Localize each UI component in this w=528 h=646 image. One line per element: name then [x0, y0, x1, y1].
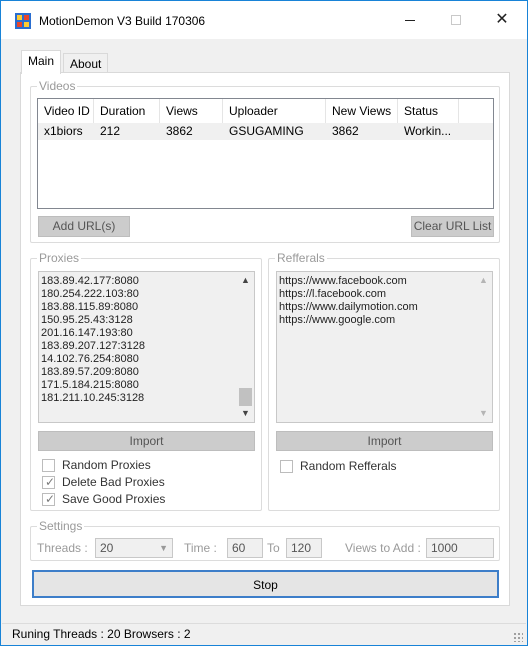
- column-status[interactable]: Status: [398, 99, 459, 123]
- time-label: Time :: [184, 541, 217, 555]
- referral-line: https://www.google.com: [279, 314, 396, 326]
- referral-line: https://www.dailymotion.com: [279, 301, 418, 313]
- checkmark-icon: ✓: [45, 492, 56, 506]
- resize-grip-icon[interactable]: [513, 632, 523, 642]
- videos-list[interactable]: Video ID Duration Views Uploader New Vie…: [37, 98, 494, 209]
- checkbox-box: [42, 459, 55, 472]
- cell-new-views: 3862: [332, 124, 359, 138]
- status-bar: Runing Threads : 20 Browsers : 2: [2, 623, 526, 645]
- random-referrals-label: Random Refferals: [300, 459, 397, 473]
- column-duration[interactable]: Duration: [94, 99, 160, 123]
- views-to-add-label: Views to Add :: [345, 541, 421, 555]
- window-title: MotionDemon V3 Build 170306: [39, 14, 206, 28]
- import-referrals-button[interactable]: Import: [276, 431, 493, 451]
- checkbox-box: ✓: [42, 492, 56, 506]
- maximize-icon: [451, 15, 461, 25]
- time-to-input[interactable]: 120: [286, 538, 322, 558]
- minimize-icon: [405, 20, 415, 21]
- videos-list-header: Video ID Duration Views Uploader New Vie…: [38, 99, 493, 123]
- maximize-button[interactable]: [433, 1, 479, 39]
- proxy-line: 183.88.115.89:8080: [41, 301, 139, 313]
- add-url-button[interactable]: Add URL(s): [38, 216, 130, 237]
- proxies-textbox[interactable]: 183.89.42.177:8080 180.254.222.103:80 18…: [38, 271, 255, 423]
- views-to-add-input[interactable]: 1000: [426, 538, 494, 558]
- checkbox-box: [280, 460, 293, 473]
- close-icon: ✕: [495, 11, 509, 28]
- referrals-textbox[interactable]: https://www.facebook.com https://l.faceb…: [276, 271, 493, 423]
- cell-uploader: GSUGAMING: [229, 124, 304, 138]
- threads-select[interactable]: 20 ▼: [95, 538, 173, 558]
- proxy-line: 183.89.57.209:8080: [41, 366, 139, 378]
- proxy-line: 180.254.222.103:80: [41, 288, 139, 300]
- checkmark-icon: ✓: [45, 475, 56, 489]
- to-label: To: [267, 541, 280, 555]
- scroll-thumb[interactable]: [239, 388, 252, 406]
- stop-button[interactable]: Stop: [32, 570, 499, 598]
- referral-line: https://l.facebook.com: [279, 288, 386, 300]
- time-from-input[interactable]: 60: [227, 538, 263, 558]
- chevron-down-icon: ▼: [159, 543, 168, 553]
- referral-line: https://www.facebook.com: [279, 275, 407, 287]
- clear-url-list-button[interactable]: Clear URL List: [411, 216, 494, 237]
- settings-group-label: Settings: [39, 519, 83, 533]
- proxies-scrollbar[interactable]: ▲ ▼: [237, 272, 254, 422]
- proxies-list: 183.89.42.177:8080 180.254.222.103:80 18…: [41, 275, 145, 405]
- proxy-line: 201.16.147.193:80: [41, 327, 133, 339]
- import-proxies-button[interactable]: Import: [38, 431, 255, 451]
- main-window: MotionDemon V3 Build 170306 ✕ Main About…: [0, 0, 528, 646]
- minimize-button[interactable]: [387, 1, 433, 39]
- videos-group-label: Videos: [39, 79, 76, 93]
- tab-main[interactable]: Main: [21, 50, 62, 74]
- proxy-line: 183.89.207.127:3128: [41, 340, 145, 352]
- scroll-down-icon[interactable]: ▼: [237, 405, 254, 422]
- proxy-line: 183.89.42.177:8080: [41, 275, 139, 287]
- scroll-down-icon[interactable]: ▼: [475, 405, 492, 422]
- column-views[interactable]: Views: [160, 99, 223, 123]
- save-good-proxies-label: Save Good Proxies: [62, 492, 166, 506]
- proxy-line: 150.95.25.43:3128: [41, 314, 133, 326]
- proxy-line: 171.5.184.215:8080: [41, 379, 139, 391]
- tab-about[interactable]: About: [63, 53, 109, 73]
- referrals-scrollbar[interactable]: ▲ ▼: [475, 272, 492, 422]
- referrals-group-label: Refferals: [277, 251, 325, 265]
- threads-value: 20: [100, 541, 114, 555]
- app-icon: [15, 13, 31, 29]
- proxy-line: 181.211.10.245:3128: [41, 392, 145, 404]
- scroll-up-icon[interactable]: ▲: [237, 272, 254, 289]
- random-proxies-label: Random Proxies: [62, 458, 151, 472]
- column-video-id[interactable]: Video ID: [38, 99, 94, 123]
- table-row[interactable]: x1biors 212 3862 GSUGAMING 3862 Workin..…: [38, 123, 493, 140]
- title-bar[interactable]: MotionDemon V3 Build 170306 ✕: [1, 1, 527, 39]
- close-button[interactable]: ✕: [479, 1, 525, 39]
- proxy-line: 14.102.76.254:8080: [41, 353, 139, 365]
- column-new-views[interactable]: New Views: [326, 99, 398, 123]
- cell-duration: 212: [100, 124, 121, 138]
- delete-bad-proxies-label: Delete Bad Proxies: [62, 475, 165, 489]
- threads-label: Threads :: [37, 541, 88, 555]
- cell-status: Workin...: [404, 124, 452, 138]
- status-text: Runing Threads : 20 Browsers : 2: [12, 627, 191, 641]
- scroll-up-icon[interactable]: ▲: [475, 272, 492, 289]
- cell-views: 3862: [166, 124, 193, 138]
- referrals-list: https://www.facebook.com https://l.faceb…: [279, 275, 418, 327]
- column-uploader[interactable]: Uploader: [223, 99, 326, 123]
- cell-video-id: x1biors: [44, 124, 83, 138]
- proxies-group-label: Proxies: [39, 251, 80, 265]
- checkbox-box: ✓: [42, 475, 56, 489]
